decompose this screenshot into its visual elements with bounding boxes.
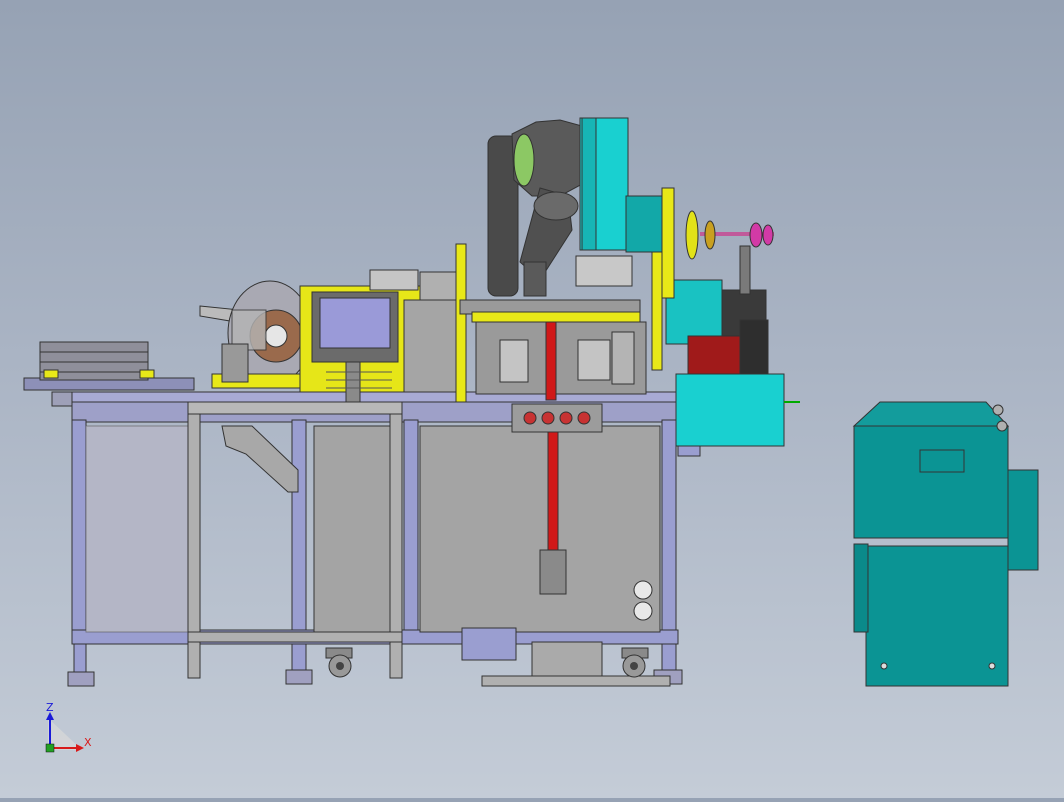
axis-triad: Z X xyxy=(45,701,92,753)
control-button-box[interactable] xyxy=(511,403,603,433)
x-axis-label: X xyxy=(84,736,92,749)
button-1[interactable] xyxy=(523,411,537,425)
right-module xyxy=(661,187,800,457)
robot-arm xyxy=(487,117,663,297)
model-canvas[interactable]: Z X xyxy=(0,0,1064,798)
cad-viewport[interactable]: Z X xyxy=(0,0,1064,798)
electrical-cabinet xyxy=(852,401,1039,687)
hmi-monitor xyxy=(299,285,421,403)
base-plate xyxy=(461,627,517,661)
button-4[interactable] xyxy=(577,411,591,425)
leveling-feet xyxy=(67,641,683,687)
z-axis-label: Z xyxy=(46,701,54,714)
bowl-feeder xyxy=(199,280,313,389)
button-2[interactable] xyxy=(541,411,555,425)
button-3[interactable] xyxy=(559,411,573,425)
